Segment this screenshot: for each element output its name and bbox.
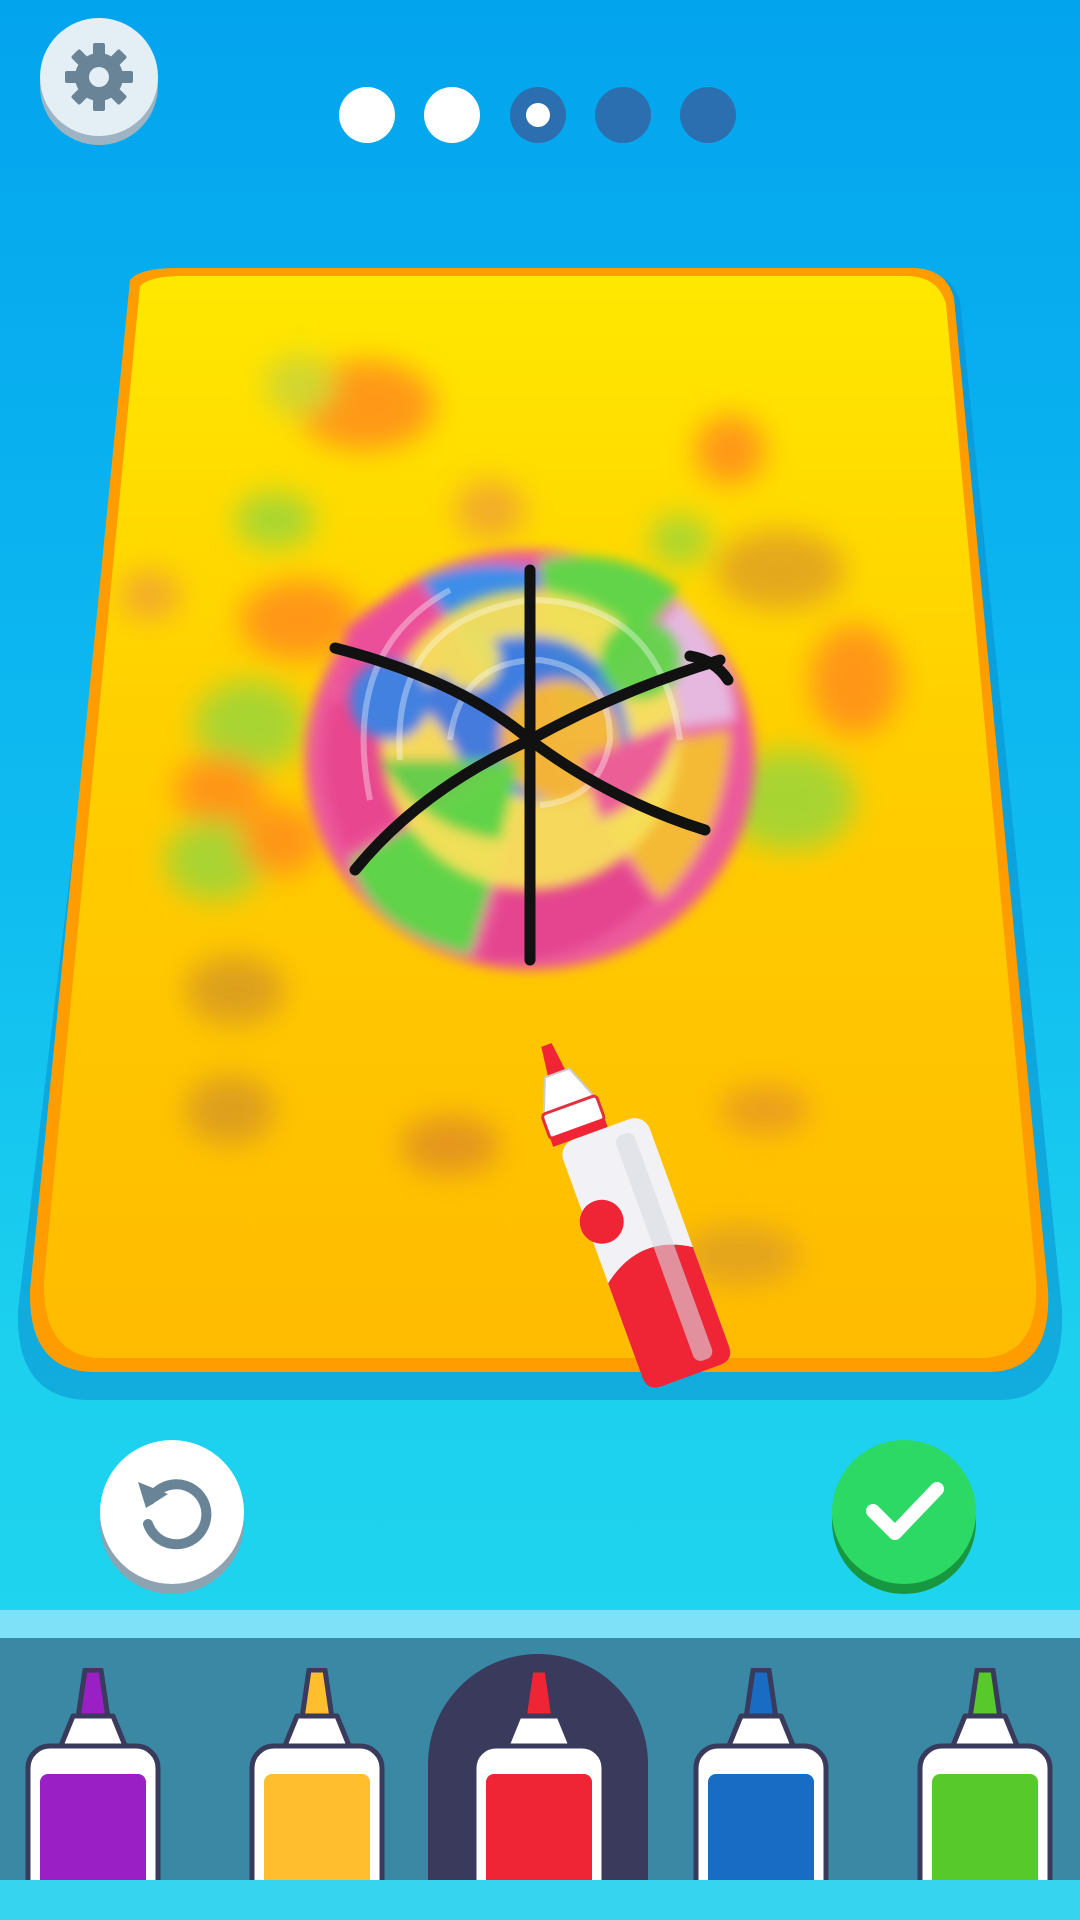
checkmark-icon	[866, 1482, 944, 1540]
painting-board[interactable]	[0, 0, 1080, 1420]
dye-bottle-purple[interactable]	[18, 1668, 168, 1880]
dye-bottle-blue[interactable]	[686, 1668, 836, 1880]
dye-bottle-red[interactable]	[464, 1668, 614, 1880]
confirm-button[interactable]	[832, 1440, 976, 1584]
undo-button[interactable]	[100, 1440, 244, 1584]
palette-footer	[0, 1880, 1080, 1920]
dye-bottle-yellow[interactable]	[242, 1668, 392, 1880]
palette-divider	[0, 1610, 1080, 1638]
dye-palette	[0, 1638, 1080, 1880]
tie-dye-shirt[interactable]	[305, 550, 755, 970]
undo-icon	[138, 1479, 212, 1550]
dye-bottle-green[interactable]	[910, 1668, 1060, 1880]
